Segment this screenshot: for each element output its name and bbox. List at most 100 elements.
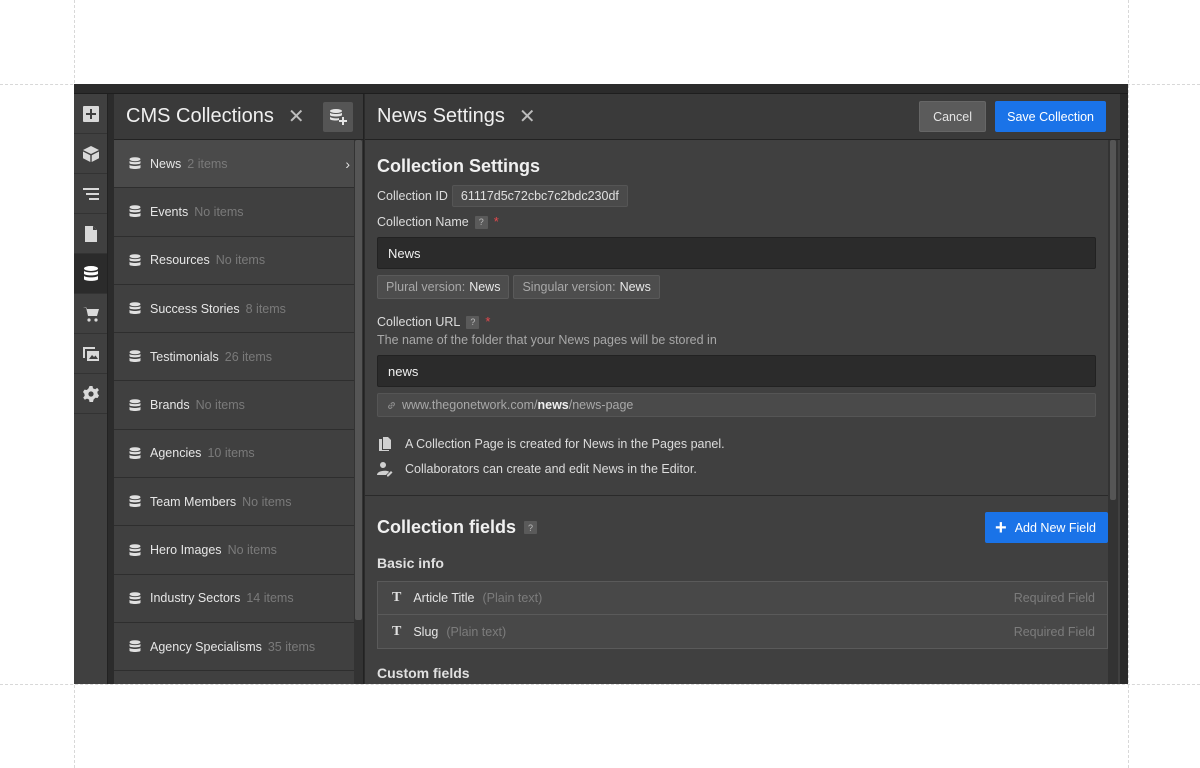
settings-scrollbar[interactable] [1108,140,1118,684]
text-field-icon: T [392,623,402,639]
settings-title: News Settings [377,105,505,127]
pages-icon [379,436,391,451]
collection-name: News [150,156,182,171]
add-collection-icon [330,109,347,125]
database-icon [129,640,141,653]
fields-title: Collection fields [377,517,517,537]
collection-item-team-members[interactable]: Team Members No items [114,478,354,527]
help-icon[interactable]: ? [466,315,480,329]
cancel-button[interactable]: Cancel [919,101,986,132]
plural-version-chip[interactable]: Plural version: News [377,275,510,299]
collection-count: No items [195,398,245,413]
panel-title: CMS Collections [126,105,274,127]
guide-line [1128,0,1129,768]
collection-count: No items [227,543,277,558]
singular-value: News [619,280,651,294]
cart-icon[interactable] [74,294,107,334]
add-new-field-button[interactable]: + Add New Field [985,512,1108,543]
collection-name: Brands [150,398,190,413]
database-icon [129,253,141,266]
database-icon [129,350,141,363]
collection-count: 2 items [187,156,228,171]
save-collection-button[interactable]: Save Collection [995,101,1106,132]
collection-count: 10 items [207,446,255,461]
left-toolbar [74,94,108,684]
cms-collections-panel: CMS Collections ✕ News 2 items › Events No i… [114,94,364,684]
database-icon [129,398,141,411]
collection-name: Industry Sectors [150,591,241,606]
settings-header: News Settings ✕ Cancel Save Collection [365,94,1128,140]
designer-app: CMS Collections ✕ News 2 items › Events No i… [74,84,1128,684]
navigator-icon[interactable] [74,174,107,214]
collection-name: Agency Specialisms [150,639,262,654]
collection-item-resources[interactable]: Resources No items [114,236,354,285]
database-icon [129,495,141,508]
add-collection-button[interactable] [323,102,353,132]
collection-count: No items [242,494,292,509]
basic-info-heading: Basic info [377,555,444,571]
info-editor-row: Collaborators can create and edit News i… [377,456,1096,481]
url-suffix: /news-page [568,398,634,412]
info-pages-row: A Collection Page is created for News in… [377,431,1096,456]
field-row[interactable]: T Slug (Plain text) Required Field [377,615,1108,649]
help-icon[interactable]: ? [524,521,538,534]
collection-name: Success Stories [150,301,240,316]
url-slug: news [537,398,569,412]
name-versions: Plural version: News Singular version: New… [377,275,1096,299]
box-icon[interactable] [74,134,107,174]
collection-item-agency-specialisms[interactable]: Agency Specialisms 35 items [114,622,354,672]
required-marker: * [485,314,491,329]
assets-icon[interactable] [74,334,107,374]
collection-item-events[interactable]: Events No items [114,188,354,237]
collections-header: CMS Collections ✕ [114,94,363,140]
field-row[interactable]: T Article Title (Plain text) Required Field [377,581,1108,615]
collection-name-label-row: Collection Name ? * [377,215,1096,229]
singular-version-chip[interactable]: Singular version: News [513,275,660,299]
field-name: Article Title [413,591,475,605]
database-icon [129,157,141,170]
field-name: Slug [413,624,439,639]
collections-scrollbar[interactable] [354,140,363,684]
plural-value: News [469,280,501,294]
info-editor-text: Collaborators can create and edit News i… [405,461,697,476]
collection-count: 14 items [246,591,294,606]
collection-item-agencies[interactable]: Agencies 10 items [114,429,354,479]
database-icon [129,447,141,459]
database-icon [129,592,141,604]
add-panel-icon[interactable] [74,94,107,134]
plus-icon: + [995,516,1007,539]
collection-item-brands[interactable]: Brands No items [114,381,354,430]
collection-id-row: Collection ID 61117d5c72cbc7c2bdc230df [377,185,1096,207]
collection-name: Hero Images [150,543,222,558]
collection-item-news[interactable]: News 2 items › [114,140,354,189]
close-icon[interactable]: ✕ [519,104,536,129]
database-icon [129,543,141,556]
link-icon [388,401,395,409]
collections-list: News 2 items › Events No items Resources No it… [114,140,354,684]
url-preview: www.thegonetwork.com/news/news-page [377,393,1096,417]
fields-title-row: Collection fields ? [377,517,538,538]
close-icon[interactable]: ✕ [288,104,305,129]
collection-item-hero-images[interactable]: Hero Images No items [114,526,354,575]
database-icon[interactable] [74,254,107,294]
collection-url-input[interactable]: news [377,355,1096,387]
singular-label: Singular version: [522,280,616,294]
collection-url-label-row: Collection URL ? * [377,315,1096,329]
help-icon[interactable]: ? [474,215,488,229]
collection-count: 8 items [245,301,286,316]
collection-item-industry-sectors[interactable]: Industry Sectors 14 items [114,574,354,623]
collection-url-label: Collection URL [377,315,461,329]
collection-settings-section: Collection Settings Collection ID 61117d… [365,140,1108,481]
gear-icon[interactable] [74,374,107,414]
pages-icon[interactable] [74,214,107,254]
collection-item-success-stories[interactable]: Success Stories 8 items [114,284,354,334]
database-icon [129,302,141,314]
top-strip [74,84,1128,94]
collection-fields-header: Collection fields ? + Add New Field [365,496,1108,543]
collection-name-label: Collection Name [377,215,469,229]
required-marker: * [493,214,499,229]
collection-name-input[interactable]: News [377,237,1096,269]
plural-label: Plural version: [386,280,466,294]
collection-item-testimonials[interactable]: Testimonials 26 items [114,333,354,382]
info-pages-text: A Collection Page is created for News in… [405,436,725,451]
